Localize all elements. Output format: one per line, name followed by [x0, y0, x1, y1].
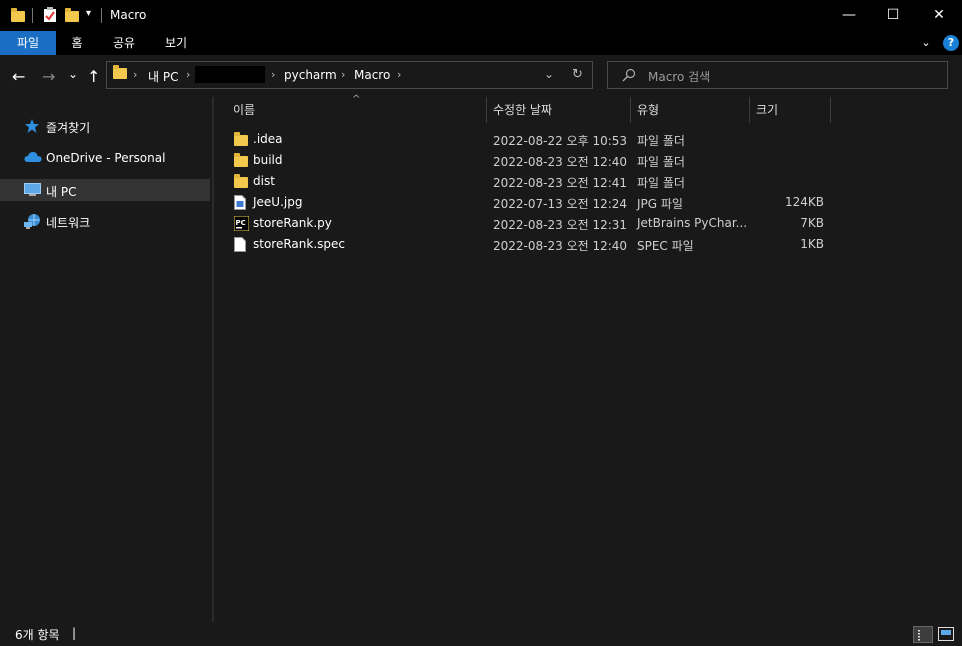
folder-icon [113, 65, 127, 82]
file-name: storeRank.py [253, 216, 332, 230]
file-date: 2022-08-23 오전 12:31 [493, 218, 628, 232]
computer-icon [24, 183, 41, 197]
file-type: 파일 폴더 [637, 155, 685, 169]
column-header-type[interactable]: 유형 [631, 97, 749, 123]
file-date: 2022-07-13 오전 12:24 [493, 197, 628, 211]
folder-icon [234, 174, 248, 191]
chevron-right-icon[interactable]: › [397, 68, 401, 81]
minimize-button[interactable]: — [826, 0, 872, 31]
tab-share[interactable]: 공유 [104, 31, 144, 55]
folder-icon [234, 153, 248, 170]
table-row[interactable]: storeRank.spec 2022-08-23 오전 12:40 SPEC … [214, 234, 834, 255]
image-file-icon [234, 195, 246, 213]
new-folder-icon[interactable] [65, 7, 79, 24]
sidebar-item-quick-access[interactable]: 즐겨찾기 [0, 115, 210, 137]
address-bar[interactable]: › 내 PC › › pycharm › Macro › ⌄ ↻ [106, 61, 593, 89]
file-date: 2022-08-23 오전 12:41 [493, 176, 628, 190]
sidebar-item-label: OneDrive - Personal [46, 151, 166, 165]
breadcrumb-pycharm[interactable]: pycharm [284, 68, 337, 82]
breadcrumb-this-pc[interactable]: 내 PC [148, 68, 178, 85]
tab-file[interactable]: 파일 [0, 31, 56, 55]
file-name: storeRank.spec [253, 237, 345, 251]
file-name: JeeU.jpg [253, 195, 303, 209]
table-row[interactable]: .idea 2022-08-22 오후 10:53 파일 폴더 [214, 129, 834, 150]
sidebar-item-this-pc[interactable]: 내 PC [0, 179, 210, 201]
network-icon [24, 214, 40, 229]
title-bar: ▾ Macro — ☐ ✕ [0, 0, 962, 31]
file-type: JPG 파일 [637, 197, 683, 211]
file-type: 파일 폴더 [637, 176, 685, 190]
search-input[interactable]: Macro 검색 [607, 61, 948, 89]
pycharm-file-icon: PC [233, 215, 250, 234]
column-header-name[interactable]: 이름 [227, 97, 486, 123]
large-icons-view-button[interactable] [938, 627, 954, 641]
chevron-right-icon[interactable]: › [341, 68, 345, 81]
folder-icon [234, 132, 248, 149]
divider [101, 8, 102, 23]
properties-icon[interactable] [43, 7, 57, 24]
chevron-right-icon[interactable]: › [271, 68, 275, 81]
search-placeholder: Macro 검색 [648, 70, 711, 84]
close-button[interactable]: ✕ [916, 0, 962, 31]
up-button[interactable]: ↑ [87, 67, 100, 86]
tab-view[interactable]: 보기 [156, 31, 196, 55]
star-icon [24, 119, 40, 133]
ribbon-tabs: 파일 홈 공유 보기 ⌄ ? [0, 31, 962, 55]
recent-locations-button[interactable]: ⌄ [68, 67, 78, 81]
file-name: .idea [253, 132, 283, 146]
file-type: 파일 폴더 [637, 134, 685, 148]
status-divider: | [72, 626, 77, 640]
file-date: 2022-08-22 오후 10:53 [493, 134, 628, 148]
chevron-right-icon[interactable]: › [133, 68, 137, 81]
status-bar: 6개 항목 | [0, 622, 962, 646]
redacted-breadcrumb [195, 66, 265, 83]
file-date: 2022-08-23 오전 12:40 [493, 239, 628, 253]
maximize-button[interactable]: ☐ [870, 0, 916, 31]
divider [32, 8, 33, 23]
sidebar-item-label: 즐겨찾기 [46, 121, 91, 135]
forward-button[interactable]: → [42, 67, 55, 86]
file-name: build [253, 153, 283, 167]
file-size: 124KB [784, 195, 824, 209]
sidebar-item-label: 네트워크 [46, 216, 91, 230]
table-row[interactable]: build 2022-08-23 오전 12:40 파일 폴더 [214, 150, 834, 171]
refresh-button[interactable]: ↻ [572, 67, 583, 82]
column-divider[interactable] [830, 97, 831, 123]
sidebar-item-label: 내 PC [46, 185, 77, 199]
tab-home[interactable]: 홈 [60, 31, 94, 55]
file-size: 7KB [800, 216, 824, 230]
column-header-date[interactable]: 수정한 날짜 [487, 97, 630, 123]
window-title: Macro [110, 8, 147, 22]
customize-toolbar-icon[interactable]: ▾ [86, 8, 91, 25]
table-row[interactable]: PC storeRank.py 2022-08-23 오전 12:31 JetB… [214, 213, 834, 234]
svg-text:PC: PC [236, 219, 246, 227]
column-header-size[interactable]: 크기 [750, 97, 830, 123]
cloud-icon [24, 151, 42, 165]
sidebar-item-network[interactable]: 네트워크 [0, 210, 210, 232]
back-button[interactable]: ← [12, 67, 25, 86]
item-count: 6개 항목 [15, 628, 60, 642]
sidebar-item-onedrive[interactable]: OneDrive - Personal [0, 147, 210, 169]
expand-ribbon-icon[interactable]: ⌄ [916, 31, 936, 55]
table-row[interactable]: dist 2022-08-23 오전 12:41 파일 폴더 [214, 171, 834, 192]
breadcrumb-macro[interactable]: Macro [354, 68, 390, 82]
navigation-bar: ← → ⌄ ↑ › 내 PC › › pycharm › Macro › ⌄ ↻… [0, 55, 962, 97]
chevron-right-icon[interactable]: › [186, 68, 190, 81]
search-icon [622, 68, 636, 85]
help-button[interactable]: ? [943, 35, 959, 51]
file-list: ^ 이름 수정한 날짜 유형 크기 .idea 2022-08-22 오후 10… [214, 94, 962, 622]
file-date: 2022-08-23 오전 12:40 [493, 155, 628, 169]
file-size: 1KB [800, 237, 824, 251]
file-type: SPEC 파일 [637, 239, 694, 253]
table-row[interactable]: JeeU.jpg 2022-07-13 오전 12:24 JPG 파일 124K… [214, 192, 834, 213]
file-name: dist [253, 174, 275, 188]
address-history-dropdown[interactable]: ⌄ [544, 67, 554, 81]
document-icon [234, 237, 246, 255]
navigation-pane: 즐겨찾기 OneDrive - Personal 내 PC 네트워크 [0, 97, 212, 622]
details-view-button[interactable] [913, 626, 933, 643]
folder-icon [11, 7, 25, 24]
file-type: JetBrains PyChar... [637, 216, 748, 230]
